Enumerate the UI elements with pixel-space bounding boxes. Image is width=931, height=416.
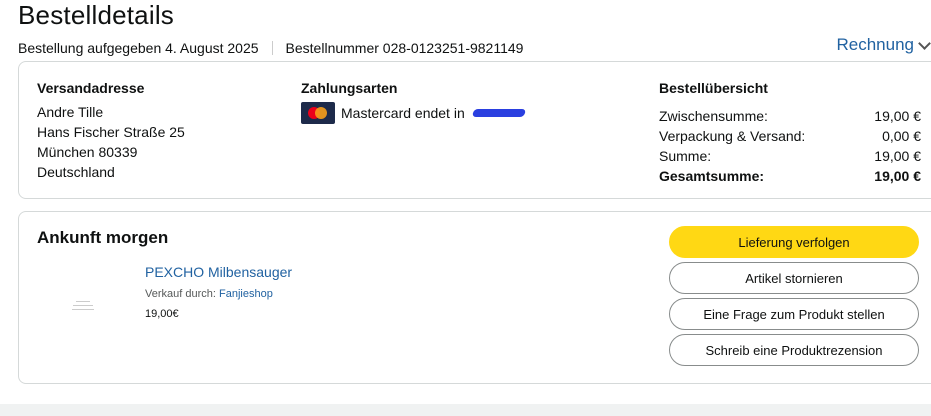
page-footer-band <box>0 404 931 416</box>
order-details-page: Bestelldetails Bestellung aufgegeben 4. … <box>0 0 931 416</box>
ask-question-button[interactable]: Eine Frage zum Produkt stellen <box>669 298 919 330</box>
summary-row-shipping: Verpackung & Versand: 0,00 € <box>659 126 921 146</box>
invoice-dropdown[interactable]: Rechnung <box>836 35 931 55</box>
arrival-status: Ankunft morgen <box>37 228 169 247</box>
write-review-button[interactable]: Schreib eine Produktrezension <box>669 334 919 366</box>
mastercard-icon <box>301 102 335 124</box>
shipment-actions: Lieferung verfolgen Artikel stornieren E… <box>669 226 919 370</box>
summary-value: 0,00 € <box>882 128 921 144</box>
product-details: PEXCHO Milbensauger Verkauf durch: Fanji… <box>145 264 292 320</box>
payment-method-row: Mastercard endet in <box>301 102 526 124</box>
summary-value: 19,00 € <box>874 148 921 164</box>
address-line: Andre Tille <box>37 104 104 120</box>
shipping-address: Versandadresse Andre Tille Hans Fischer … <box>37 78 185 182</box>
product-thumbnail[interactable] <box>71 298 95 314</box>
chevron-down-icon <box>918 36 931 50</box>
summary-label: Gesamtsumme: <box>659 168 765 184</box>
address-line: Deutschland <box>37 164 115 180</box>
order-number: Bestellnummer 028-0123251-9821149 <box>285 40 524 56</box>
shipping-heading: Versandadresse <box>37 80 145 96</box>
summary-row-grand-total: Gesamtsumme: 19,00 € <box>659 166 921 186</box>
address-line: München 80339 <box>37 144 138 160</box>
address-line: Hans Fischer Straße 25 <box>37 124 185 140</box>
product-price: 19,00€ <box>145 308 179 320</box>
cancel-item-button[interactable]: Artikel stornieren <box>669 262 919 294</box>
payment-method-text: Mastercard endet in <box>341 105 465 121</box>
payment-methods: Zahlungsarten Mastercard endet in <box>301 78 526 124</box>
page-title: Bestelldetails <box>18 0 174 30</box>
order-meta: Bestellung aufgegeben 4. August 2025 Bes… <box>18 40 523 56</box>
meta-divider <box>271 41 273 55</box>
summary-label: Summe: <box>659 148 712 164</box>
payment-heading: Zahlungsarten <box>301 80 398 96</box>
track-delivery-button[interactable]: Lieferung verfolgen <box>669 226 919 258</box>
shipment-card: Ankunft morgen PEXCHO Milbensauger Verka… <box>18 211 931 384</box>
seller-prefix: Verkauf durch: <box>145 288 216 300</box>
seller-info: Verkauf durch: Fanjieshop <box>145 288 292 300</box>
summary-row-subtotal: Zwischensumme: 19,00 € <box>659 106 921 126</box>
order-info-card: Versandadresse Andre Tille Hans Fischer … <box>18 61 931 199</box>
seller-link[interactable]: Fanjieshop <box>219 288 273 300</box>
summary-value: 19,00 € <box>874 168 921 184</box>
summary-row-total: Summe: 19,00 € <box>659 146 921 166</box>
summary-heading: Bestellübersicht <box>659 80 768 96</box>
summary-label: Verpackung & Versand: <box>659 128 806 144</box>
order-placed-date: Bestellung aufgegeben 4. August 2025 <box>18 40 259 56</box>
product-name-link[interactable]: PEXCHO Milbensauger <box>145 264 292 280</box>
order-summary: Bestellübersicht Zwischensumme: 19,00 € … <box>659 78 921 186</box>
redacted-card-digits <box>471 109 526 117</box>
summary-value: 19,00 € <box>874 108 921 124</box>
summary-label: Zwischensumme: <box>659 108 768 124</box>
invoice-label: Rechnung <box>836 35 914 54</box>
